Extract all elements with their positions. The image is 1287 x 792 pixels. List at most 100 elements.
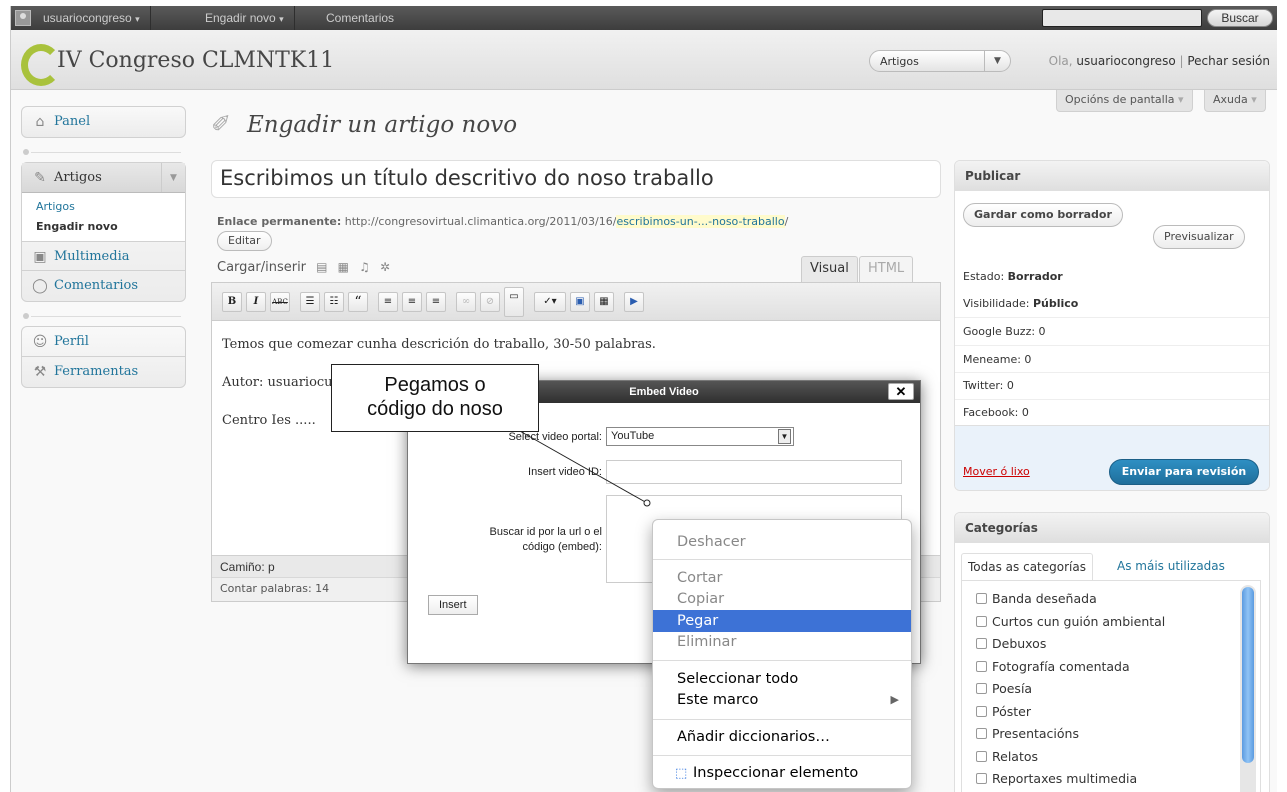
- add-audio-icon[interactable]: ♫: [359, 260, 370, 274]
- align-left-button[interactable]: ≡: [378, 292, 398, 312]
- context-item-select-all[interactable]: Seleccionar todo: [653, 668, 911, 690]
- category-item[interactable]: Presentacións: [976, 726, 1246, 749]
- context-item-paste[interactable]: Pegar: [653, 610, 911, 632]
- menu-item-media-label: Multimedia: [54, 249, 130, 264]
- page-title-text: Engadir un artigo novo: [247, 112, 518, 138]
- kitchen-sink-button[interactable]: ▦: [594, 292, 614, 312]
- unlink-button[interactable]: ⊘: [480, 292, 500, 312]
- link-button[interactable]: ∞: [456, 292, 476, 312]
- menu-item-comments-label: Comentarios: [54, 278, 139, 293]
- embed-video-button[interactable]: ▶: [624, 292, 644, 312]
- close-icon[interactable]: ✕: [888, 383, 914, 400]
- menu-item-panel[interactable]: ⌂ Panel: [22, 107, 185, 137]
- preview-button[interactable]: Previsualizar: [1153, 225, 1245, 249]
- save-draft-button[interactable]: Gardar como borrador: [963, 203, 1123, 227]
- context-item-add-dictionaries[interactable]: Añadir diccionarios…: [653, 726, 911, 748]
- context-item-this-frame[interactable]: Este marco ▶: [653, 689, 911, 711]
- category-checkbox[interactable]: [976, 773, 987, 784]
- menu-item-posts[interactable]: ✎ Artigos ▼: [22, 163, 185, 193]
- category-scrollbar[interactable]: [1240, 585, 1256, 792]
- category-item[interactable]: Curtos cun guión ambiental: [976, 614, 1246, 637]
- site-title[interactable]: IV Congreso CLMNTK11: [57, 48, 334, 73]
- context-item-cut[interactable]: Cortar: [653, 567, 911, 589]
- category-item[interactable]: Reportaxes multimedia: [976, 771, 1246, 792]
- visibility-label: Visibilidade:: [963, 297, 1033, 310]
- favorites-select[interactable]: Artigos ▼: [869, 50, 1011, 72]
- trash-link[interactable]: Mover ó lixo: [963, 465, 1030, 478]
- context-item-inspect[interactable]: ⬚ Inspeccionar elemento: [653, 762, 911, 784]
- category-item[interactable]: Póster: [976, 704, 1246, 727]
- category-checkbox[interactable]: [976, 683, 987, 694]
- logout-link[interactable]: Pechar sesión: [1187, 54, 1270, 68]
- align-center-button[interactable]: ≡: [402, 292, 422, 312]
- category-item[interactable]: Fotografía comentada: [976, 659, 1246, 682]
- site-logo-icon: [21, 44, 61, 86]
- category-checkbox[interactable]: [976, 728, 987, 739]
- insert-button[interactable]: Insert: [428, 595, 478, 615]
- add-media-icon[interactable]: ✲: [380, 260, 390, 274]
- numbered-list-button[interactable]: ☷: [324, 292, 344, 312]
- help-tab[interactable]: Axuda ▾: [1204, 90, 1266, 112]
- context-item-copy[interactable]: Copiar: [653, 588, 911, 610]
- adminbar-comments[interactable]: Comentarios: [316, 6, 404, 30]
- menu-group-user: ☺ Perfil ⚒ Ferramentas: [21, 326, 186, 388]
- category-item[interactable]: Debuxos: [976, 636, 1246, 659]
- adminbar-search-input[interactable]: [1042, 9, 1202, 27]
- category-item[interactable]: Relatos: [976, 749, 1246, 772]
- context-item-undo[interactable]: Deshacer: [653, 531, 911, 553]
- tab-html[interactable]: HTML: [859, 256, 914, 282]
- publish-box-title[interactable]: Publicar: [955, 161, 1269, 191]
- menu-item-media[interactable]: ▣ Multimedia: [22, 241, 185, 271]
- categories-box-title[interactable]: Categorías: [955, 513, 1269, 543]
- menu-item-profile[interactable]: ☺ Perfil: [22, 327, 185, 357]
- help-label: Axuda: [1213, 93, 1248, 106]
- avatar-icon[interactable]: [15, 10, 31, 26]
- submit-for-review-button[interactable]: Enviar para revisión: [1109, 459, 1259, 485]
- adminbar-new-menu[interactable]: Engadir novo ▾: [195, 6, 295, 30]
- screen-options-tab[interactable]: Opcións de pantalla ▾: [1056, 90, 1193, 112]
- tab-visual[interactable]: Visual: [801, 256, 858, 282]
- adminbar-search-button[interactable]: Buscar: [1207, 9, 1273, 27]
- chevron-down-icon: ▾: [1251, 93, 1257, 106]
- greeting-user-link[interactable]: usuariocongreso: [1076, 54, 1175, 68]
- chevron-down-icon[interactable]: ▼: [161, 163, 185, 192]
- category-checkbox[interactable]: [976, 593, 987, 604]
- video-portal-select[interactable]: YouTube ▼: [606, 427, 794, 446]
- context-item-delete[interactable]: Eliminar: [653, 631, 911, 653]
- category-item[interactable]: Banda deseñada: [976, 591, 1246, 614]
- add-video-icon[interactable]: ▦: [338, 260, 349, 274]
- menu-item-comments[interactable]: ◯ Comentarios: [22, 271, 185, 301]
- this-frame-label: Este marco: [677, 692, 759, 708]
- align-right-button[interactable]: ≡: [426, 292, 446, 312]
- category-item[interactable]: Poesía: [976, 681, 1246, 704]
- post-visibility: Visibilidade: Público: [963, 297, 1078, 310]
- strikethrough-button[interactable]: ABC: [270, 292, 290, 312]
- tab-popular-categories[interactable]: As máis utilizadas: [1117, 553, 1225, 581]
- edit-permalink-button[interactable]: Editar: [217, 231, 272, 251]
- add-image-icon[interactable]: ▤: [316, 260, 327, 274]
- video-id-input[interactable]: [606, 460, 902, 484]
- menu-item-tools[interactable]: ⚒ Ferramentas: [22, 357, 185, 387]
- pin-icon: ✐: [211, 110, 232, 138]
- category-checkbox[interactable]: [976, 750, 987, 762]
- submenu-item-add-new[interactable]: Engadir novo: [22, 217, 185, 237]
- category-checklist: Banda deseñada Curtos cun guión ambienta…: [961, 580, 1261, 792]
- tab-all-categories[interactable]: Todas as categorías: [961, 553, 1093, 581]
- italic-button[interactable]: I: [246, 292, 266, 312]
- blockquote-button[interactable]: “: [348, 292, 368, 312]
- post-title-input[interactable]: Escribimos un título descritivo do noso …: [211, 160, 941, 198]
- spellcheck-button[interactable]: ✓▾: [534, 292, 566, 312]
- bold-button[interactable]: B: [222, 292, 242, 312]
- submenu-item-posts[interactable]: Artigos: [22, 197, 185, 217]
- bullet-list-button[interactable]: ☰: [300, 292, 320, 312]
- permalink-slug[interactable]: escribimos-un-...-noso-traballo: [616, 215, 785, 228]
- adminbar-new-label: Engadir novo: [205, 11, 276, 25]
- adminbar-user-menu[interactable]: usuariocongreso ▾: [33, 6, 151, 30]
- category-checkbox[interactable]: [976, 705, 987, 717]
- fullscreen-button[interactable]: ▣: [570, 292, 590, 312]
- category-checkbox[interactable]: [976, 638, 987, 649]
- more-tag-button[interactable]: ▭: [504, 287, 524, 317]
- category-checkbox[interactable]: [976, 660, 987, 672]
- callout-line2: código do noso: [367, 398, 503, 420]
- category-checkbox[interactable]: [976, 615, 987, 627]
